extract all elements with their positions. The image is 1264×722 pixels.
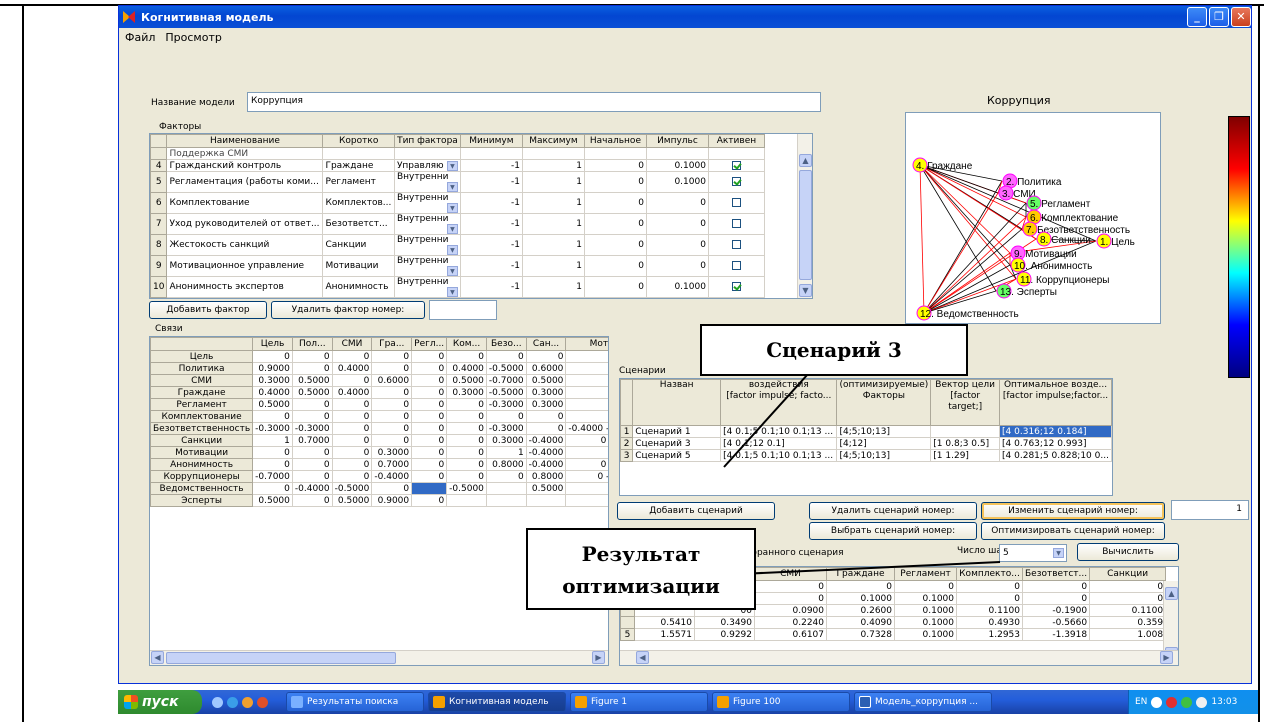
- callout-line-result: [739, 561, 1001, 575]
- windows-flag-icon: [124, 695, 138, 709]
- desktop-icon[interactable]: [212, 696, 223, 708]
- tray-arrow-icon[interactable]: [1151, 696, 1163, 708]
- taskbar-item-cognitive-model[interactable]: Когнитивная модель: [428, 692, 566, 712]
- media-icon[interactable]: [242, 696, 253, 708]
- callout-scenario: Сценарий 3: [700, 324, 968, 376]
- word-icon: [859, 696, 871, 708]
- matlab-icon: [433, 696, 445, 708]
- callout-lines: [723, 373, 1001, 575]
- start-button[interactable]: пуск: [118, 690, 202, 714]
- start-label: пуск: [142, 694, 179, 710]
- callout-line-scenario: [723, 373, 809, 468]
- taskbar: пуск Результаты поиска Когнитивная модел…: [118, 690, 1258, 714]
- system-tray: EN 13:03: [1128, 690, 1258, 714]
- antivirus-icon[interactable]: [1166, 696, 1178, 708]
- lang-indicator[interactable]: EN: [1135, 697, 1147, 707]
- taskbar-item-search[interactable]: Результаты поиска: [286, 692, 424, 712]
- quick-launch: [202, 696, 282, 708]
- network-icon[interactable]: [1181, 696, 1193, 708]
- taskbar-item-figure1[interactable]: Figure 1: [570, 692, 708, 712]
- callout-result: Результат оптимизации: [526, 528, 756, 610]
- matlab-icon: [717, 696, 729, 708]
- taskbar-item-word-doc[interactable]: Модель_коррупция ...: [854, 692, 992, 712]
- taskbar-item-figure100[interactable]: Figure 100: [712, 692, 850, 712]
- ie-icon[interactable]: [227, 696, 238, 708]
- search-results-icon: [291, 696, 303, 708]
- matlab-icon: [575, 696, 587, 708]
- volume-icon[interactable]: [1196, 696, 1208, 708]
- firefox-icon[interactable]: [257, 696, 268, 708]
- clock: 13:03: [1211, 697, 1238, 707]
